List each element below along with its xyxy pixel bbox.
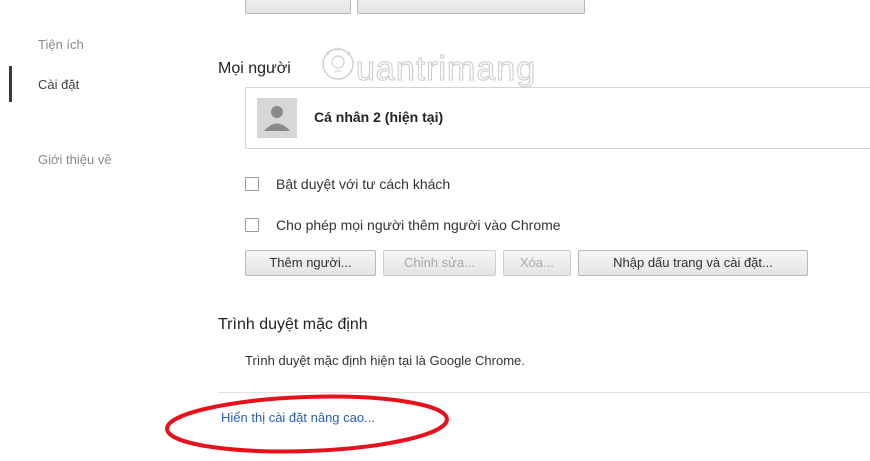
guest-browsing-label[interactable]: Bật duyệt với tư cách khách [276, 176, 450, 192]
watermark-logo: uantrimang [318, 44, 536, 89]
guest-browsing-checkbox[interactable] [245, 177, 259, 191]
people-section-title: Mọi người [218, 60, 291, 77]
sidebar: Tiện ích Cài đặt Giới thiệu về [0, 0, 190, 461]
sidebar-item-about[interactable]: Giới thiệu về [38, 152, 112, 167]
top-cutoff-button-1[interactable] [245, 0, 351, 14]
watermark-text: uantrimang [355, 50, 537, 89]
delete-person-button[interactable]: Xóa... [503, 250, 571, 276]
profile-name[interactable]: Cá nhân 2 (hiện tại) [314, 109, 443, 125]
default-browser-status: Trình duyệt mặc định hiện tại là Google … [245, 353, 525, 368]
active-nav-indicator [9, 66, 12, 102]
add-person-button[interactable]: Thêm người... [245, 250, 376, 276]
sidebar-item-settings[interactable]: Cài đặt [38, 77, 79, 92]
watermark-bulb-icon [322, 47, 354, 80]
default-browser-title: Trình duyệt mặc định [218, 316, 368, 333]
show-advanced-settings-link[interactable]: Hiển thị cài đặt nâng cao... [221, 410, 375, 425]
edit-person-button[interactable]: Chỉnh sửa... [383, 250, 496, 276]
person-icon [257, 98, 297, 138]
profile-list: Cá nhân 2 (hiện tại) [245, 87, 870, 149]
import-bookmarks-button[interactable]: Nhập dấu trang và cài đặt... [578, 250, 808, 276]
allow-add-person-checkbox[interactable] [245, 218, 259, 232]
section-divider [218, 392, 870, 393]
allow-add-person-label[interactable]: Cho phép mọi người thêm người vào Chrome [276, 217, 561, 233]
sidebar-item-extensions[interactable]: Tiện ích [38, 37, 84, 52]
top-cutoff-button-2[interactable] [357, 0, 585, 14]
